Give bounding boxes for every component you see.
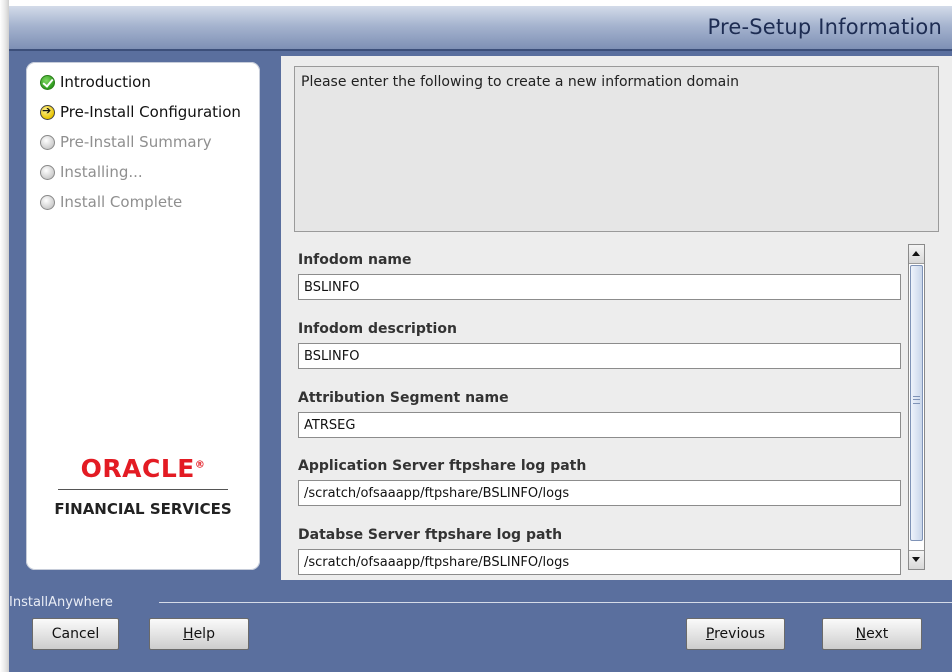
db-server-log-path-input[interactable] <box>298 549 901 575</box>
infodom-description-label: Infodom description <box>298 321 457 337</box>
arrow-right-icon <box>40 104 55 120</box>
infodom-name-input[interactable] <box>298 274 901 300</box>
step-label: Pre-Install Summary <box>60 133 212 151</box>
installer-brand-row: InstallAnywhere <box>9 595 952 610</box>
oracle-logo: ORACLE® FINANCIAL SERVICES <box>26 454 260 518</box>
infodom-description-input[interactable] <box>298 343 901 369</box>
brand-divider <box>159 602 952 603</box>
radio-empty-icon <box>40 164 55 180</box>
infodom-name-label: Infodom name <box>298 252 412 268</box>
scroll-up-arrow-icon[interactable] <box>909 245 924 264</box>
step-installing: Installing... <box>40 162 143 182</box>
page-title: Pre-Setup Information <box>707 15 942 39</box>
installer-window: Pre-Setup Information Introduction Pre-I… <box>9 6 952 672</box>
attribution-segment-input[interactable] <box>298 412 901 438</box>
steps-sidebar: Introduction Pre-Install Configuration P… <box>26 62 260 570</box>
help-button[interactable]: Help <box>149 618 249 650</box>
step-introduction: Introduction <box>40 72 151 92</box>
scroll-down-arrow-icon[interactable] <box>909 550 924 569</box>
step-pre-install-summary: Pre-Install Summary <box>40 132 212 152</box>
scrollbar-thumb[interactable] <box>910 265 923 541</box>
step-label: Introduction <box>60 73 151 91</box>
step-label: Pre-Install Configuration <box>60 103 241 121</box>
previous-button[interactable]: Previous <box>686 618 785 650</box>
vertical-scrollbar[interactable] <box>908 244 925 570</box>
header-bar: Pre-Setup Information <box>9 6 952 49</box>
next-button[interactable]: Next <box>822 618 922 650</box>
oracle-wordmark: ORACLE® <box>80 454 206 483</box>
radio-empty-icon <box>40 194 55 210</box>
step-install-complete: Install Complete <box>40 192 182 212</box>
cancel-button[interactable]: Cancel <box>32 618 119 650</box>
step-label: Installing... <box>60 163 143 181</box>
description-text: Please enter the following to create a n… <box>301 74 739 90</box>
logo-divider <box>58 489 228 490</box>
next-mnemonic: N <box>855 626 867 642</box>
help-mnemonic: H <box>183 626 194 642</box>
description-box: Please enter the following to create a n… <box>294 66 939 232</box>
previous-mnemonic: P <box>705 626 715 642</box>
window-left-edge <box>0 0 9 672</box>
installanywhere-label: InstallAnywhere <box>9 595 113 610</box>
attribution-segment-label: Attribution Segment name <box>298 390 509 406</box>
logo-subtitle: FINANCIAL SERVICES <box>54 500 232 518</box>
main-panel: Please enter the following to create a n… <box>281 56 952 580</box>
next-label: ext <box>866 626 889 642</box>
app-server-log-path-label: Application Server ftpshare log path <box>298 458 587 474</box>
db-server-log-path-label: Databse Server ftpshare log path <box>298 527 563 543</box>
checkmark-icon <box>40 74 55 90</box>
radio-empty-icon <box>40 134 55 150</box>
grip-icon <box>913 396 920 404</box>
header-divider <box>9 49 952 51</box>
previous-label: revious <box>714 626 766 642</box>
step-label: Install Complete <box>60 193 183 211</box>
step-pre-install-configuration: Pre-Install Configuration <box>40 102 241 122</box>
help-label: elp <box>193 626 215 642</box>
app-server-log-path-input[interactable] <box>298 480 901 506</box>
